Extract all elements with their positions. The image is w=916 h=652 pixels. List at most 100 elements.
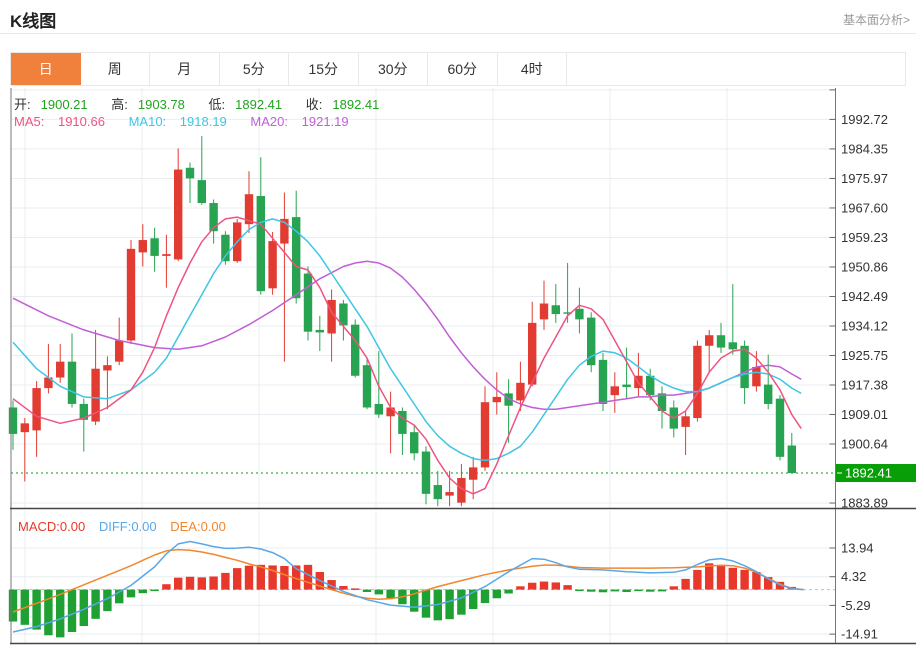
candle	[598, 359, 608, 404]
macd-bar	[634, 589, 643, 592]
macd-bar	[174, 577, 183, 590]
candle	[20, 423, 29, 433]
candle	[622, 384, 631, 388]
candle	[516, 382, 525, 401]
macd-bar	[421, 589, 431, 618]
macd-axis-label: 13.94	[841, 540, 874, 555]
price-axis-label: 1909.01	[841, 407, 888, 422]
macd-bar	[716, 564, 726, 590]
price-axis-label: 1925.75	[841, 348, 888, 363]
current-price-tag-label: 1892.41	[845, 466, 892, 481]
macd-bar	[162, 584, 171, 590]
page-header: K线图 基本面分析>	[0, 0, 916, 34]
candle	[162, 254, 171, 256]
macd-axis-label: 4.32	[841, 569, 866, 584]
candle	[351, 324, 360, 376]
macd-bar	[705, 563, 714, 590]
tab-日[interactable]: 日	[11, 53, 81, 85]
macd-bar	[539, 581, 549, 590]
tab-月[interactable]: 月	[150, 53, 220, 85]
macd-bar	[197, 577, 206, 590]
candle	[103, 365, 112, 371]
macd-bar	[374, 589, 383, 595]
tab-30分[interactable]: 30分	[359, 53, 428, 85]
candle	[185, 167, 195, 179]
macd-bar	[457, 589, 466, 615]
macd-axis-label: -14.91	[841, 627, 878, 642]
macd-bar	[209, 576, 218, 590]
price-axis-label: 1984.35	[841, 141, 888, 156]
tab-4时[interactable]: 4时	[498, 53, 567, 85]
candle	[256, 195, 265, 292]
candle	[315, 329, 324, 333]
candle	[787, 445, 796, 474]
macd-bar	[563, 585, 572, 590]
fundamental-analysis-link[interactable]: 基本面分析>	[843, 11, 910, 28]
macd-bar	[492, 589, 501, 599]
price-axis-label: 1942.49	[841, 289, 888, 304]
macd-bar	[681, 578, 690, 590]
macd-bar	[386, 589, 395, 599]
candle	[445, 492, 454, 496]
macd-bar	[693, 569, 702, 590]
price-axis-label: 1917.38	[841, 377, 888, 392]
candle	[728, 342, 737, 350]
tab-周[interactable]: 周	[81, 53, 150, 85]
candle	[174, 169, 183, 260]
candle	[775, 398, 785, 457]
candle	[764, 384, 773, 404]
candle	[492, 396, 501, 403]
interval-tabbar: 日周月 5分 15分 30分 60分 4时	[10, 52, 906, 86]
price-axis-label: 1883.89	[841, 496, 888, 511]
candle	[303, 273, 313, 332]
macd-bar	[32, 589, 41, 630]
price-axis-label: 1992.72	[841, 112, 888, 127]
candle	[551, 305, 560, 315]
macd-bar	[185, 576, 195, 590]
candle	[610, 386, 619, 396]
candle	[410, 432, 419, 454]
candle	[752, 366, 761, 387]
candle	[362, 365, 372, 408]
macd-axis-label: -5.29	[841, 598, 871, 613]
macd-bar	[44, 589, 53, 636]
macd-bar	[221, 572, 230, 590]
tab-60分[interactable]: 60分	[428, 53, 498, 85]
candle	[268, 241, 277, 289]
candle	[421, 451, 431, 494]
macd-bar	[445, 589, 454, 620]
macd-bar	[339, 586, 348, 590]
candle	[32, 388, 41, 431]
macd-bar	[351, 588, 360, 590]
tab-15分[interactable]: 15分	[289, 53, 359, 85]
price-axis-label: 1950.86	[841, 259, 888, 274]
macd-bar	[244, 565, 254, 590]
candle	[716, 335, 726, 348]
macd-bar	[598, 589, 608, 593]
macd-bar	[516, 586, 525, 590]
candle	[56, 361, 65, 378]
candle	[197, 180, 206, 204]
page-title: K线图	[10, 12, 57, 31]
candle	[681, 416, 690, 427]
macd-bar	[551, 582, 560, 590]
price-axis-label: 1975.97	[841, 171, 888, 186]
tab-5分[interactable]: 5分	[220, 53, 289, 85]
candle	[115, 340, 124, 362]
candle	[8, 407, 18, 434]
macd-bar	[56, 589, 65, 638]
candle	[705, 335, 714, 346]
candle	[67, 361, 77, 404]
macd-bar	[150, 589, 159, 592]
price-axis-label: 1934.12	[841, 318, 888, 333]
macd-bar	[280, 566, 289, 590]
candle	[693, 345, 702, 419]
macd-bar	[504, 589, 513, 594]
macd-bar	[610, 589, 619, 592]
macd-bar	[362, 589, 372, 592]
macd-bar	[303, 564, 313, 590]
candle	[374, 403, 383, 415]
candle	[469, 467, 478, 480]
macd-bar	[528, 582, 537, 590]
candle	[398, 411, 407, 434]
